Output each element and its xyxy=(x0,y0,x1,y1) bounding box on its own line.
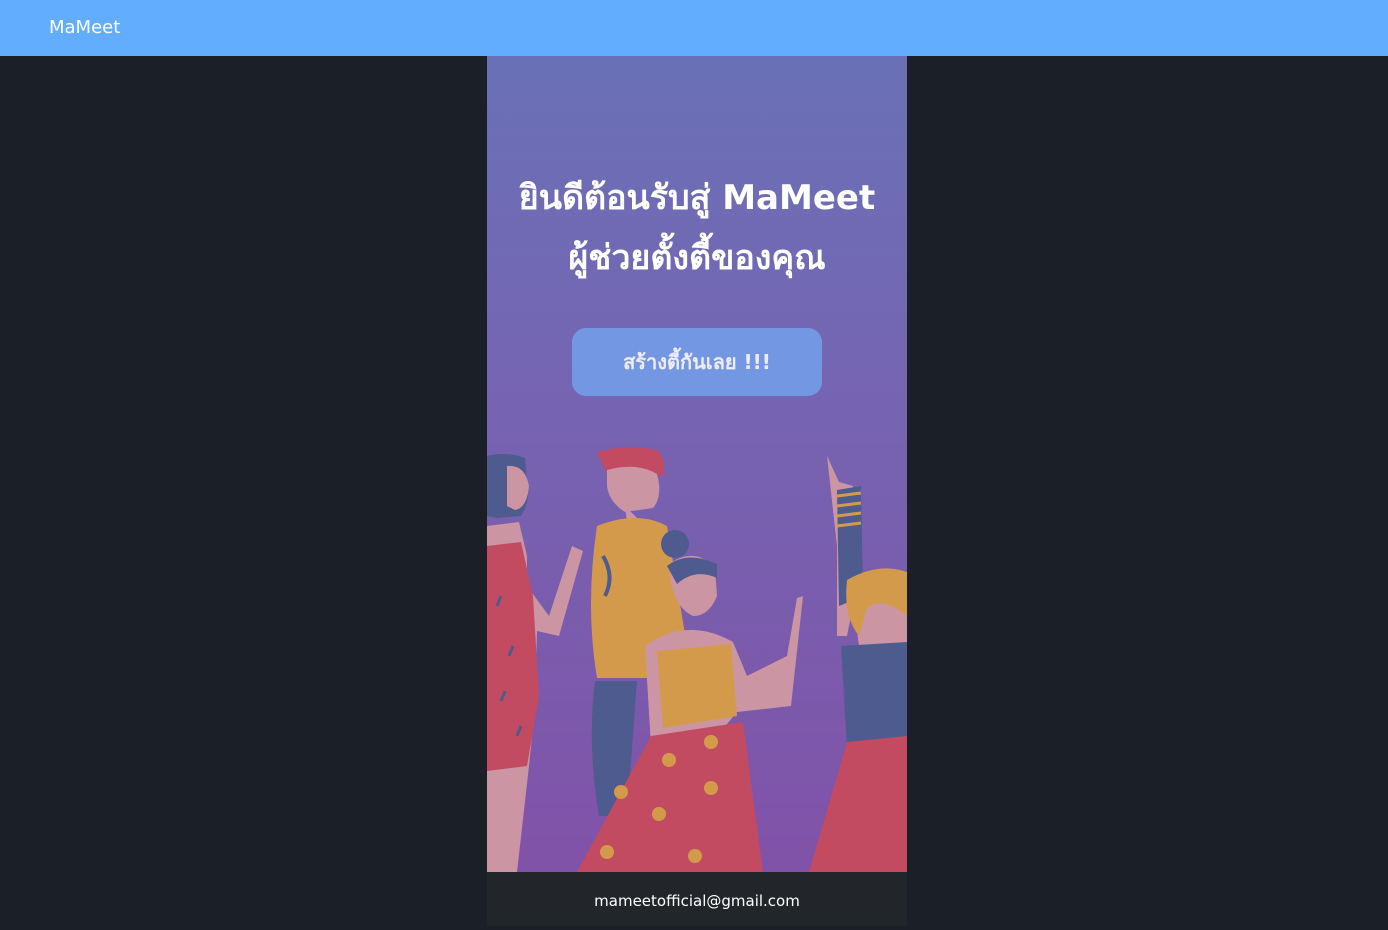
dancer-left-figure xyxy=(487,453,583,872)
brand-logo-link[interactable]: MaMeet xyxy=(49,17,120,39)
top-navbar: MaMeet xyxy=(0,0,1388,56)
welcome-title-line2: ผู้ช่วยตั้งตี้ของคุณ xyxy=(568,238,826,278)
welcome-title-line1: ยินดีต้อนรับสู่ MaMeet xyxy=(518,178,876,218)
dancer-right-figure xyxy=(809,456,907,872)
hero-panel: ยินดีต้อนรับสู่ MaMeet ผู้ช่วยตั้งตี้ของ… xyxy=(487,56,907,872)
contact-email: mameetofficial@gmail.com xyxy=(594,892,800,910)
create-party-button[interactable]: สร้างตี้กันเลย !!! xyxy=(572,328,822,396)
footer-contact: mameetofficial@gmail.com xyxy=(487,872,907,926)
welcome-title: ยินดีต้อนรับสู่ MaMeet ผู้ช่วยตั้งตี้ของ… xyxy=(487,168,907,288)
party-people-illustration xyxy=(487,447,907,872)
